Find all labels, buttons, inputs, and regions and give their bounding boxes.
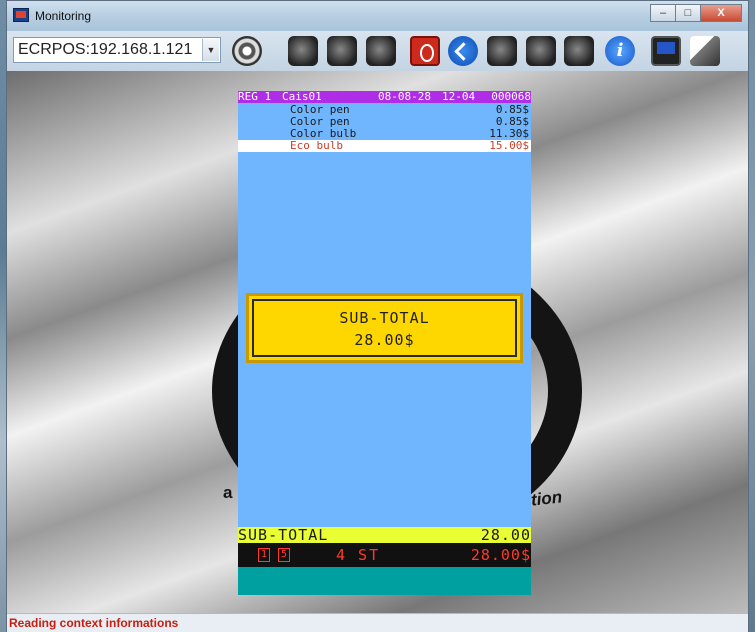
subtotal-bar: SUB-TOTAL 28.00 [238,527,531,543]
item-name: Eco bulb [290,139,343,152]
maximize-button[interactable]: □ [675,4,701,22]
monitor-area: a tion REG 1 Cais01 08-08-28 12-04 00006… [7,71,748,615]
receipt-indicator-icon: 5 [278,548,290,562]
user2-icon[interactable] [526,36,556,66]
camera-icon[interactable] [564,36,594,66]
user-icon[interactable] [487,36,517,66]
background-logo-text-left: a [223,483,233,502]
status-total: 28.00$ [470,546,531,564]
grid-icon[interactable] [366,36,396,66]
close-button[interactable]: X [700,4,742,22]
info-icon[interactable]: i [605,36,635,66]
window-controls: – □ X [650,4,742,22]
power-icon[interactable] [410,36,440,66]
receipt-header: REG 1 Cais01 08-08-28 12-04 000068 [238,91,531,103]
receipt-line[interactable]: Color bulb 11.30$ [238,128,531,140]
device-select[interactable]: ECRPOS:192.168.1.121 ▼ [13,37,221,63]
pos-display: REG 1 Cais01 08-08-28 12-04 000068 Color… [238,91,531,595]
status-message: Reading context informations [9,616,179,630]
background-logo-text-right: tion [530,487,564,510]
item-price: 15.00$ [489,139,529,152]
status-bar: Reading context informations [7,613,748,632]
toolbar: ECRPOS:192.168.1.121 ▼ i [7,31,748,71]
subtotal-label: SUB-TOTAL [339,309,430,327]
app-icon [13,8,29,22]
chevron-down-icon[interactable]: ▼ [202,39,219,61]
eraser-icon[interactable] [690,36,720,66]
monitor-icon[interactable] [651,36,681,66]
gear-icon[interactable] [288,36,318,66]
disc-icon[interactable] [232,36,262,66]
device-select-value: ECRPOS:192.168.1.121 [18,41,193,58]
item-count: 4 ST [336,546,381,564]
receipt-number: 000068 [491,90,531,103]
monitoring-window: Monitoring – □ X ECRPOS:192.168.1.121 ▼ … [6,0,749,632]
receipt-line-selected[interactable]: Eco bulb 15.00$ [238,140,531,152]
cashier-label: Cais01 [282,90,322,103]
receipt-time: 12-04 [442,90,476,103]
register-indicator-icon: 1 [258,548,270,562]
hand-icon[interactable] [327,36,357,66]
pos-footer [238,567,531,595]
subtotal-bar-value: 28.00 [480,526,531,544]
subtotal-value: 28.00$ [354,331,415,349]
subtotal-panel-inner: SUB-TOTAL 28.00$ [252,299,517,357]
subtotal-panel: SUB-TOTAL 28.00$ [246,293,523,363]
window-title: Monitoring [35,9,92,23]
title-bar[interactable]: Monitoring – □ X [7,1,748,31]
receipt-line[interactable]: Color pen 0.85$ [238,116,531,128]
refresh-icon[interactable] [448,36,478,66]
register-label: REG 1 [238,90,272,103]
minimize-button[interactable]: – [650,4,676,22]
subtotal-bar-label: SUB-TOTAL [238,526,329,544]
pos-status-bar: 1 5 4 ST 28.00$ [238,543,531,567]
receipt-date: 08-08-28 [378,90,431,103]
receipt-line[interactable]: Color pen 0.85$ [238,104,531,116]
